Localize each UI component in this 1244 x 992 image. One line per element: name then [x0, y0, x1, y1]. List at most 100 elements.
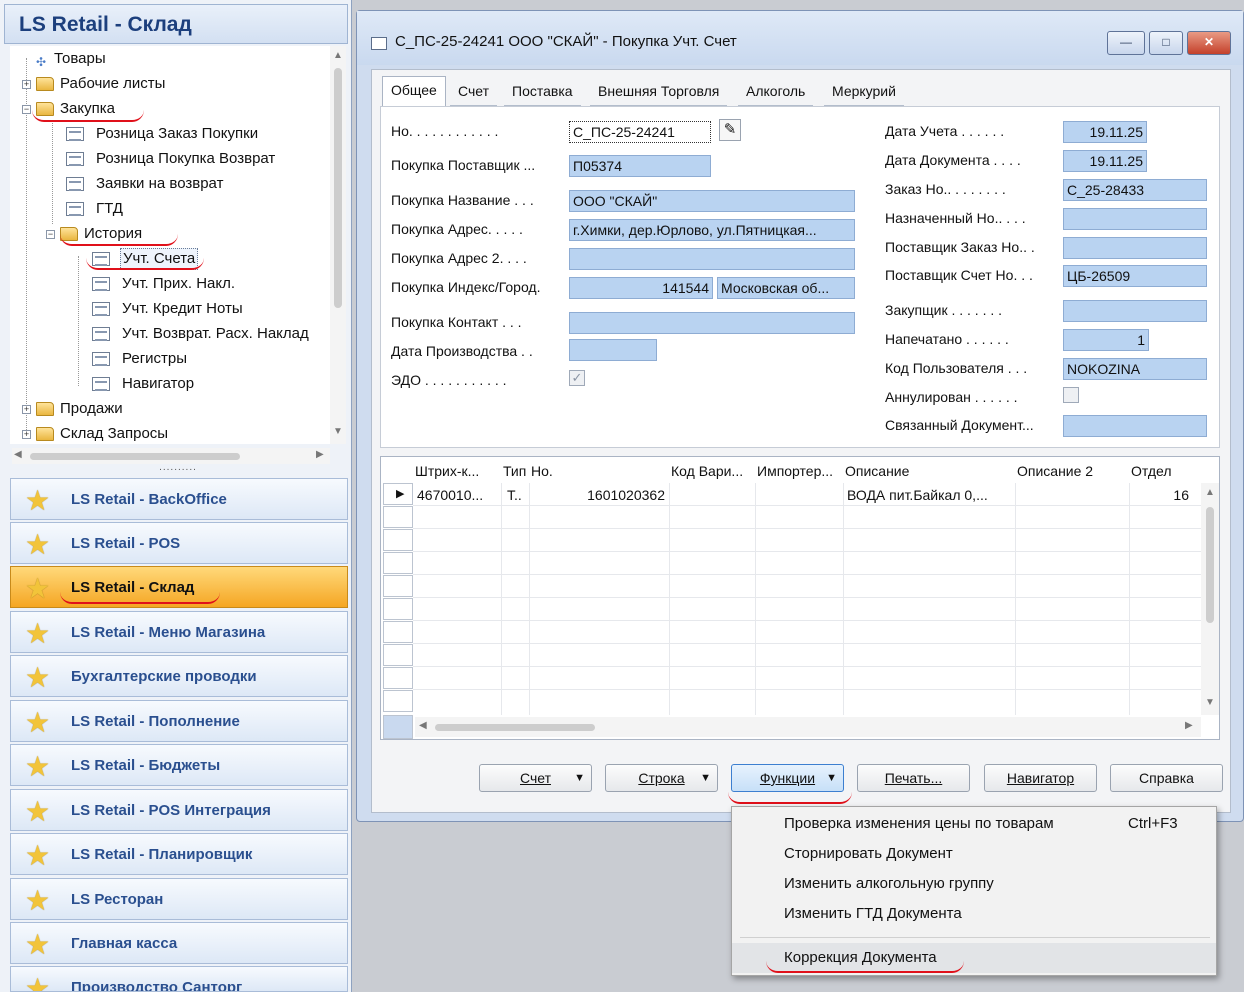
button-label: Функции	[759, 770, 816, 786]
user-id-field[interactable]: NOKOZINA	[1063, 358, 1207, 380]
vendor-postcode-field[interactable]: 141544	[569, 277, 713, 299]
scroll-thumb[interactable]	[30, 453, 240, 460]
cell-description[interactable]: ВОДА пит.Байкал 0,...	[847, 487, 1013, 503]
collapse-minus-icon[interactable]: −	[46, 230, 55, 239]
grid-vertical-scrollbar[interactable]: ▲ ▼	[1201, 483, 1219, 715]
scroll-right-icon[interactable]: ▶	[1185, 720, 1193, 731]
column-header[interactable]: Но.	[531, 463, 571, 479]
production-date-field[interactable]	[569, 339, 657, 361]
navigator-button[interactable]: Навигатор	[984, 764, 1097, 792]
row-header[interactable]	[383, 667, 413, 689]
nav-button-restoran[interactable]: ★ LS Ресторан	[10, 878, 348, 920]
scroll-down-icon[interactable]: ▼	[1205, 697, 1215, 708]
edo-checkbox[interactable]: ✓	[569, 370, 585, 386]
scroll-thumb[interactable]	[435, 724, 595, 731]
tab-merkuriy[interactable]: Меркурий	[824, 78, 904, 106]
vendor-contact-field[interactable]	[569, 312, 855, 334]
nav-button-glavnaya-kassa[interactable]: ★ Главная касса	[10, 922, 348, 964]
row-header[interactable]	[383, 598, 413, 620]
document-no-field[interactable]: С_ПС-25-24241	[569, 121, 711, 143]
tab-alkogol[interactable]: Алкоголь	[738, 78, 814, 106]
purchaser-field[interactable]	[1063, 300, 1207, 322]
scroll-right-icon[interactable]: ▶	[316, 449, 324, 460]
tree-vertical-scrollbar[interactable]: ▲ ▼	[330, 46, 346, 444]
annotation-mark	[728, 790, 852, 804]
column-header[interactable]: Описание 2	[1017, 463, 1117, 479]
vendor-invoice-no-field[interactable]: ЦБ-26509	[1063, 265, 1207, 287]
order-no-field[interactable]: С_25-28433	[1063, 179, 1207, 201]
pane-splitter[interactable]: ..........	[10, 463, 346, 474]
stroka-button[interactable]: Строка ▼	[605, 764, 718, 792]
nav-button-pos-integraciya[interactable]: ★ LS Retail - POS Интеграция	[10, 789, 348, 831]
nav-button-backoffice[interactable]: ★ LS Retail - BackOffice	[10, 478, 348, 520]
menu-item-change-gtd[interactable]: Изменить ГТД Документа	[732, 899, 1216, 929]
cell-no[interactable]: 1601020362	[531, 487, 665, 503]
cell-barcode[interactable]: 4670010...	[417, 487, 501, 503]
column-header[interactable]: Тип	[503, 463, 531, 479]
vendor-order-no-field[interactable]	[1063, 237, 1207, 259]
row-header[interactable]	[383, 690, 413, 712]
schet-button[interactable]: Счет ▼	[479, 764, 592, 792]
nav-button-buh-provodki[interactable]: ★ Бухгалтерские проводки	[10, 655, 348, 697]
maximize-button[interactable]: □	[1149, 31, 1183, 55]
nav-button-byudzhety[interactable]: ★ LS Retail - Бюджеты	[10, 744, 348, 786]
row-header[interactable]: ▶	[383, 483, 413, 505]
posting-date-field[interactable]: 19.11.25	[1063, 121, 1147, 143]
vendor-city-field[interactable]: Московская об...	[717, 277, 855, 299]
menu-item-change-alcohol-group[interactable]: Изменить алкогольную группу	[732, 869, 1216, 899]
minimize-button[interactable]: —	[1107, 31, 1145, 55]
column-header[interactable]: Штрих-к...	[415, 463, 499, 479]
nav-button-pos[interactable]: ★ LS Retail - POS	[10, 522, 348, 564]
vendor-address2-field[interactable]	[569, 248, 855, 270]
nav-button-popolnenie[interactable]: ★ LS Retail - Пополнение	[10, 700, 348, 742]
column-header[interactable]: Описание	[845, 463, 1005, 479]
spravka-button[interactable]: Справка	[1110, 764, 1223, 792]
expand-plus-icon[interactable]: +	[22, 405, 31, 414]
column-header[interactable]: Импортер...	[757, 463, 843, 479]
column-header[interactable]: Код Вари...	[671, 463, 755, 479]
row-header[interactable]	[383, 529, 413, 551]
document-date-field[interactable]: 19.11.25	[1063, 150, 1147, 172]
edit-icon[interactable]: ✎	[719, 119, 741, 141]
vendor-no-field[interactable]: П05374	[569, 155, 711, 177]
cell-department[interactable]: 16	[1131, 487, 1189, 503]
tab-vneshnyaya-torgovlya[interactable]: Внешняя Торговля	[590, 78, 728, 106]
expand-plus-icon[interactable]: +	[22, 430, 31, 439]
printed-count-field[interactable]: 1	[1063, 329, 1149, 351]
scroll-thumb[interactable]	[1206, 507, 1214, 623]
funkcii-button[interactable]: Функции ▼	[731, 764, 844, 792]
row-header[interactable]	[383, 506, 413, 528]
vendor-address-field[interactable]: г.Химки, дер.Юрлово, ул.Пятницкая...	[569, 219, 855, 241]
scroll-left-icon[interactable]: ◀	[419, 720, 427, 731]
scroll-left-icon[interactable]: ◀	[14, 449, 22, 460]
assigned-no-field[interactable]	[1063, 208, 1207, 230]
collapse-minus-icon[interactable]: −	[22, 105, 31, 114]
tab-obshchee[interactable]: Общее	[382, 76, 446, 108]
vendor-name-field[interactable]: ООО "СКАЙ"	[569, 190, 855, 212]
nav-button-proizvodstvo[interactable]: ★ Производство Санторг	[10, 966, 348, 992]
cell-type[interactable]: Т..	[507, 487, 529, 503]
row-header[interactable]	[383, 552, 413, 574]
column-header[interactable]: Отдел	[1131, 463, 1191, 479]
dropdown-arrow-icon: ▼	[826, 772, 837, 784]
row-header[interactable]	[383, 575, 413, 597]
pechat-button[interactable]: Печать...	[857, 764, 970, 792]
tab-postavka[interactable]: Поставка	[504, 78, 581, 106]
row-header[interactable]	[383, 644, 413, 666]
nav-button-menu-magazina[interactable]: ★ LS Retail - Меню Магазина	[10, 611, 348, 653]
tab-schet[interactable]: Счет	[450, 78, 497, 106]
row-header[interactable]	[383, 621, 413, 643]
close-button[interactable]: ✕	[1187, 31, 1231, 55]
linked-document-field[interactable]	[1063, 415, 1207, 437]
menu-item-price-check[interactable]: Проверка изменения цены по товарам Ctrl+…	[732, 809, 1216, 839]
scroll-up-icon[interactable]: ▲	[333, 50, 343, 61]
window-titlebar[interactable]: С_ПС-25-24241 ООО "СКАЙ" - Покупка Учт. …	[357, 11, 1243, 65]
expand-plus-icon[interactable]: +	[22, 80, 31, 89]
scroll-thumb[interactable]	[334, 68, 342, 308]
menu-item-reverse-document[interactable]: Сторнировать Документ	[732, 839, 1216, 869]
scroll-down-icon[interactable]: ▼	[333, 426, 343, 437]
nav-button-planirovshik[interactable]: ★ LS Retail - Планировщик	[10, 833, 348, 875]
grid-horizontal-scrollbar[interactable]: ◀ ▶	[415, 717, 1201, 737]
scroll-up-icon[interactable]: ▲	[1205, 487, 1215, 498]
cancelled-checkbox[interactable]	[1063, 387, 1079, 403]
